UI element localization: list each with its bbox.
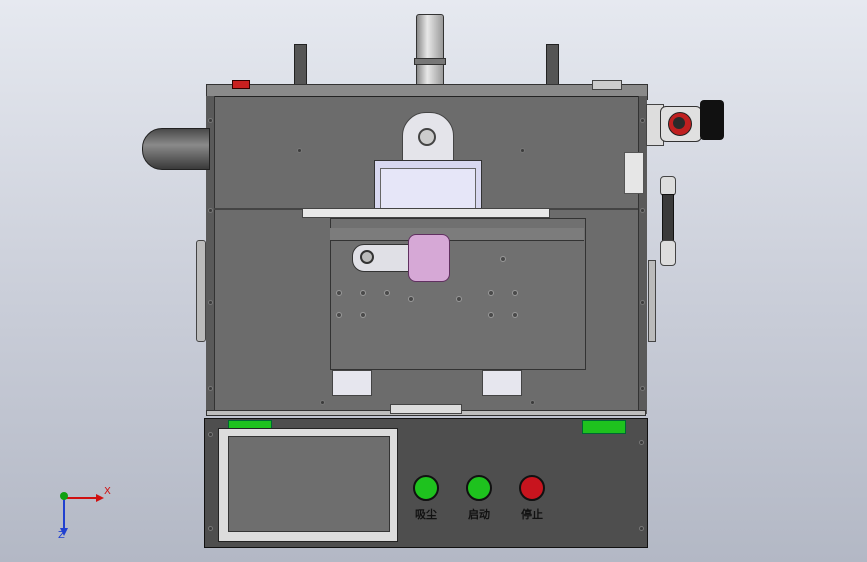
gas-spring-bottom-mount bbox=[660, 240, 676, 266]
screw bbox=[520, 148, 525, 153]
touch-screen[interactable] bbox=[228, 436, 390, 532]
stop-label: 停止 bbox=[521, 508, 543, 521]
bottom-center-bar bbox=[390, 404, 462, 414]
stop-button[interactable] bbox=[519, 475, 545, 501]
screw bbox=[208, 118, 213, 123]
table-top-lip bbox=[330, 228, 584, 241]
crossbar bbox=[302, 208, 550, 218]
mount-hole bbox=[408, 296, 414, 302]
mount-hole bbox=[456, 296, 462, 302]
red-indicator bbox=[232, 80, 250, 89]
mount-hole bbox=[488, 312, 494, 318]
screw bbox=[640, 118, 645, 123]
gauge-dial-center bbox=[673, 117, 685, 129]
screw bbox=[208, 208, 213, 213]
mount-hole bbox=[336, 290, 342, 296]
screw bbox=[639, 440, 644, 445]
screw bbox=[320, 400, 325, 405]
axis-z-label: Z bbox=[58, 530, 65, 541]
left-handle-rod[interactable] bbox=[196, 240, 206, 342]
mount-hole bbox=[384, 290, 390, 296]
right-valve-block bbox=[624, 152, 644, 194]
screw bbox=[208, 526, 213, 531]
mount-hole bbox=[512, 312, 518, 318]
top-cylinder-ring bbox=[414, 58, 446, 65]
start-label: 启动 bbox=[468, 508, 490, 521]
screw bbox=[640, 208, 645, 213]
spindle-bearing bbox=[418, 128, 436, 146]
mount-hole bbox=[512, 290, 518, 296]
screw bbox=[208, 432, 213, 437]
screw bbox=[297, 148, 302, 153]
mount-hole bbox=[500, 256, 506, 262]
regulator-knob-icon[interactable] bbox=[700, 100, 724, 140]
screw bbox=[208, 386, 213, 391]
dust-suction-label: 吸尘 bbox=[415, 508, 437, 521]
mount-hole bbox=[336, 312, 342, 318]
gas-spring-top-mount bbox=[660, 176, 676, 196]
mount-hole bbox=[360, 290, 366, 296]
left-exhaust-pipe bbox=[142, 128, 210, 170]
right-status-light bbox=[582, 420, 626, 434]
mount-hole bbox=[488, 290, 494, 296]
right-support-bracket bbox=[482, 370, 522, 396]
top-cylinder bbox=[416, 14, 444, 92]
screw bbox=[530, 400, 535, 405]
screw bbox=[640, 300, 645, 305]
right-rod bbox=[648, 260, 656, 342]
mount-hole bbox=[360, 312, 366, 318]
left-support-bracket bbox=[332, 370, 372, 396]
top-bracket-right bbox=[592, 80, 622, 90]
screw bbox=[208, 300, 213, 305]
screw bbox=[639, 526, 644, 531]
axis-x-label: X bbox=[104, 486, 111, 497]
cutter-pivot bbox=[360, 250, 374, 264]
dust-suction-button[interactable] bbox=[413, 475, 439, 501]
pink-motor-block bbox=[408, 234, 450, 282]
screw bbox=[640, 386, 645, 391]
gas-spring-body bbox=[662, 194, 674, 242]
start-button[interactable] bbox=[466, 475, 492, 501]
